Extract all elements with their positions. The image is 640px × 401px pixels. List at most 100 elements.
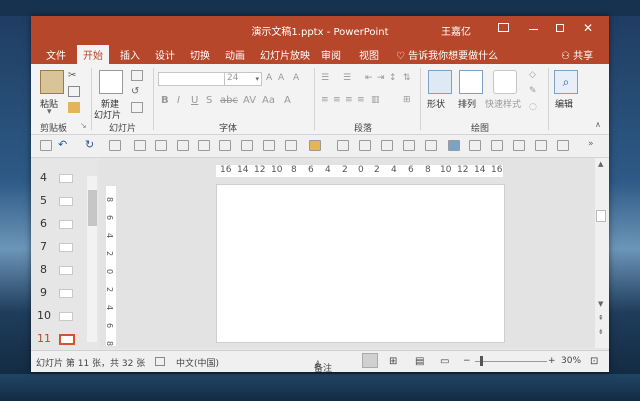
tab-insert[interactable]: 插入: [120, 47, 140, 62]
grow-font-icon[interactable]: A: [266, 73, 272, 83]
scroll-thumb[interactable]: [596, 210, 606, 222]
smartart-icon[interactable]: ⊞: [403, 95, 411, 105]
editing-label[interactable]: 编辑: [555, 97, 573, 110]
spellcheck-icon[interactable]: [155, 357, 165, 366]
char-spacing-icon[interactable]: AV: [243, 95, 256, 106]
slide-thumbnail[interactable]: [59, 289, 73, 298]
shape-fill-icon[interactable]: ◇: [529, 70, 541, 81]
zoom-out-button[interactable]: −: [463, 356, 471, 366]
shape-icon[interactable]: [177, 140, 189, 151]
slideshow-view-button[interactable]: ▭: [440, 356, 449, 367]
change-case-icon[interactable]: Aa: [262, 95, 275, 106]
language-status[interactable]: 中文(中国): [176, 356, 219, 369]
strikethrough-icon[interactable]: abc: [220, 95, 238, 106]
text-direction-icon[interactable]: ⇅: [403, 73, 411, 83]
format-painter-icon[interactable]: [68, 102, 80, 113]
spell-icon[interactable]: [381, 140, 393, 151]
slide-thumbnail[interactable]: [59, 220, 73, 229]
fit-slide-icon[interactable]: ⊡: [590, 356, 598, 367]
tell-me-box[interactable]: ♡ 告诉我你想要做什么: [396, 47, 498, 62]
save-icon[interactable]: [40, 140, 52, 151]
font-color-icon[interactable]: A: [284, 95, 291, 106]
shadow-icon[interactable]: S: [206, 95, 212, 106]
group-icon[interactable]: [425, 140, 437, 151]
ribbon-display-options-icon[interactable]: [498, 23, 509, 32]
next-slide-icon[interactable]: ⇟: [598, 328, 604, 336]
scroll-down-icon[interactable]: ▼: [598, 300, 603, 308]
copy-icon[interactable]: [68, 86, 80, 97]
arrange-icon[interactable]: [459, 70, 483, 94]
highlight-icon[interactable]: [309, 140, 321, 151]
brush-icon[interactable]: [448, 140, 460, 151]
tab-animations[interactable]: 动画: [225, 47, 245, 62]
tab-home[interactable]: 开始: [77, 45, 109, 64]
close-button[interactable]: ✕: [583, 20, 593, 36]
paste-icon[interactable]: [40, 70, 64, 94]
bold-icon[interactable]: B: [161, 95, 169, 106]
align-center-icon[interactable]: ≡: [333, 95, 341, 105]
distribute-icon[interactable]: [491, 140, 503, 151]
send-backward-icon[interactable]: [557, 140, 569, 151]
thumbnail-scroll-thumb[interactable]: [88, 190, 97, 226]
slide-thumbnail[interactable]: [59, 266, 73, 275]
rotate-icon[interactable]: [513, 140, 525, 151]
redo-icon[interactable]: ↻: [85, 138, 94, 151]
bullets-icon[interactable]: ☰: [321, 73, 329, 83]
tab-review[interactable]: 审阅: [321, 47, 341, 62]
maximize-button[interactable]: [556, 24, 564, 32]
zoom-level[interactable]: 30%: [561, 356, 581, 366]
layout-icon[interactable]: [131, 70, 143, 81]
minimize-button[interactable]: [529, 29, 538, 30]
italic-icon[interactable]: I: [177, 95, 180, 106]
zoom-slider-handle[interactable]: [480, 356, 483, 366]
slide-thumbnail[interactable]: [59, 243, 73, 252]
scroll-up-icon[interactable]: ▲: [598, 160, 603, 168]
new-slide-label-2[interactable]: 幻灯片: [94, 108, 121, 121]
search-icon[interactable]: ⌕: [554, 70, 578, 94]
table-icon[interactable]: [198, 140, 210, 151]
picture-icon[interactable]: [134, 140, 146, 151]
section-icon[interactable]: [131, 102, 143, 113]
line-spacing-icon[interactable]: ↕: [389, 73, 397, 83]
shrink-font-icon[interactable]: A: [278, 73, 284, 83]
zoom-in-button[interactable]: +: [548, 356, 556, 366]
underline-icon[interactable]: U: [191, 95, 198, 106]
shapes-icon[interactable]: [428, 70, 452, 94]
tab-slideshow[interactable]: 幻灯片放映: [260, 47, 310, 62]
clipboard-launcher-icon[interactable]: ↘: [80, 121, 87, 130]
align-right-icon[interactable]: ≡: [345, 95, 353, 105]
slide-thumbnail[interactable]: [59, 197, 73, 206]
shape-effects-icon[interactable]: ◌: [529, 102, 541, 113]
tab-view[interactable]: 视图: [359, 47, 379, 62]
outdent-icon[interactable]: ⇥: [377, 73, 385, 83]
numbering-icon[interactable]: ☰: [343, 73, 351, 83]
media-icon[interactable]: [263, 140, 275, 151]
shapes-label[interactable]: 形状: [427, 97, 445, 110]
editor-scrollbar[interactable]: ▲ ▼ ⇞ ⇟: [595, 158, 609, 348]
align-left-icon[interactable]: ≡: [321, 95, 329, 105]
share-button[interactable]: ⚇ 共享: [561, 47, 593, 62]
textbox-icon[interactable]: [155, 140, 167, 151]
collapse-ribbon-icon[interactable]: ∧: [595, 120, 601, 129]
align-icon[interactable]: [469, 140, 481, 151]
bring-forward-icon[interactable]: [535, 140, 547, 151]
slide-canvas[interactable]: [216, 184, 505, 343]
shape-outline-icon[interactable]: ✎: [529, 86, 541, 97]
justify-icon[interactable]: ≡: [357, 95, 365, 105]
quick-styles-label[interactable]: 快速样式: [485, 97, 521, 110]
tab-transitions[interactable]: 切换: [190, 47, 210, 62]
font-size-combo[interactable]: 24 ▾: [224, 72, 262, 86]
reading-view-button[interactable]: ▤: [415, 356, 424, 367]
slide-thumbnail-active[interactable]: [59, 334, 75, 345]
link-icon[interactable]: [285, 140, 297, 151]
qat-more-icon[interactable]: »: [588, 139, 594, 149]
reset-icon[interactable]: ↺: [131, 86, 143, 97]
slide-sorter-button[interactable]: ⊞: [389, 356, 397, 367]
clear-format-icon[interactable]: A: [293, 73, 299, 83]
undo-icon[interactable]: ↶: [58, 138, 67, 151]
zoom-slider-track[interactable]: [475, 361, 547, 362]
slide-thumbnail[interactable]: [59, 312, 73, 321]
paste-dropdown-icon[interactable]: ▾: [47, 107, 52, 117]
tab-design[interactable]: 设计: [155, 47, 175, 62]
arrange-label[interactable]: 排列: [458, 97, 476, 110]
